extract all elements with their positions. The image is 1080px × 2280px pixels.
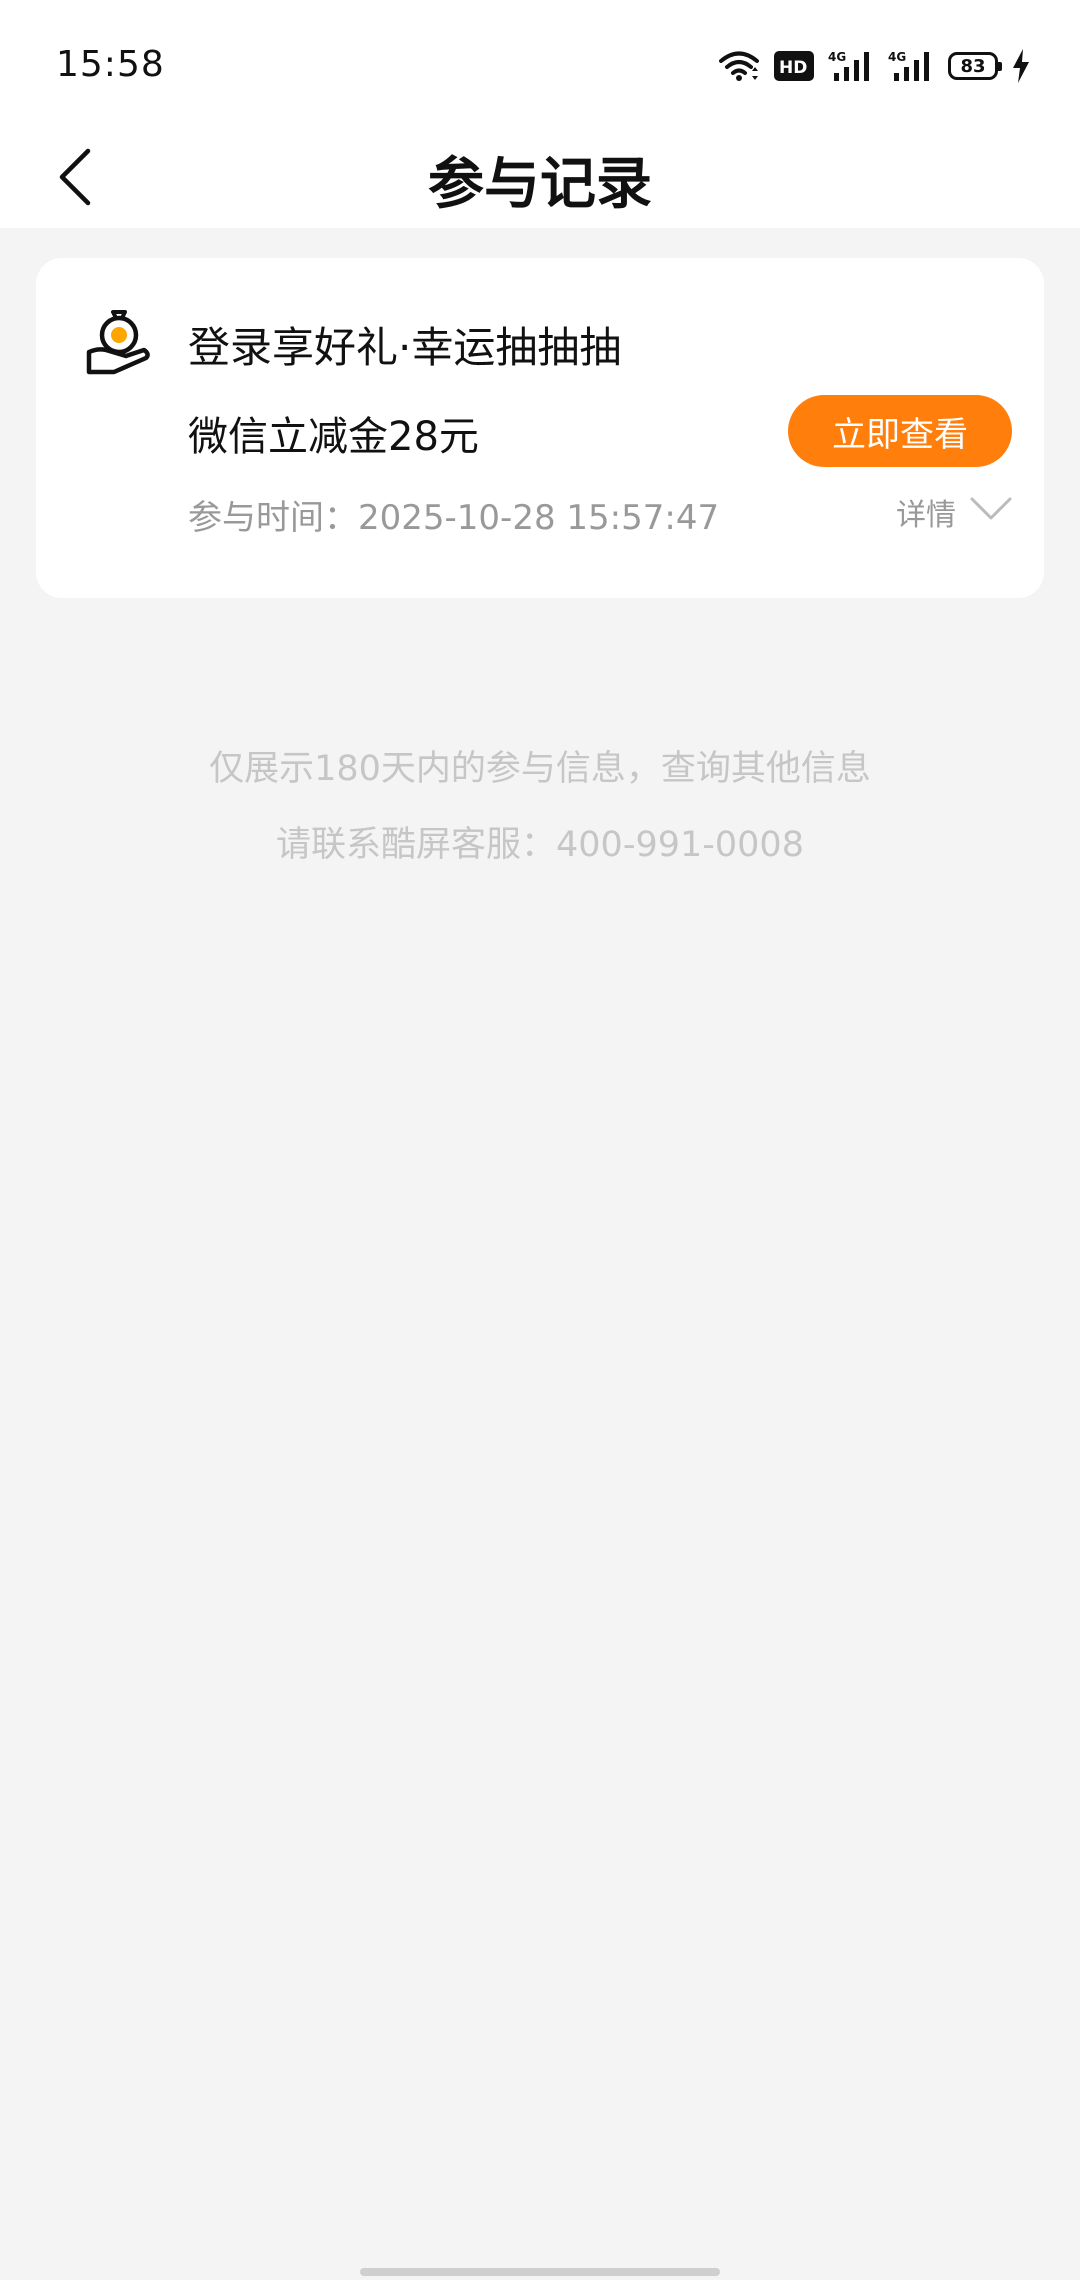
- screen: 15:58 HD 4G 4G 83 参与记录 登录享好礼·幸运抽抽抽 微信立减金…: [0, 0, 1080, 2280]
- signal-4g-icon: 4G: [828, 49, 874, 83]
- chevron-left-icon: [56, 147, 96, 211]
- network-label-1: 4G: [828, 50, 846, 64]
- notice-line-2: 请联系酷屏客服：400-991-0008: [276, 825, 804, 865]
- back-button[interactable]: [36, 130, 116, 228]
- charging-icon: [1012, 49, 1030, 83]
- status-icons: HD 4G 4G 83: [718, 46, 1030, 86]
- wifi-icon: [718, 49, 760, 83]
- detail-toggle[interactable]: 详情: [896, 490, 1012, 534]
- network-label-2: 4G: [888, 50, 906, 64]
- notice-line-1: 仅展示180天内的参与信息，查询其他信息: [209, 749, 871, 789]
- view-now-button[interactable]: 立即查看: [788, 395, 1012, 467]
- detail-label: 详情: [896, 498, 956, 533]
- header: 参与记录: [0, 130, 1080, 228]
- hd-label: HD: [779, 58, 807, 78]
- hd-icon: HD: [774, 51, 814, 81]
- record-title: 登录享好礼·幸运抽抽抽: [188, 323, 622, 372]
- record-card: 登录享好礼·幸运抽抽抽 微信立减金28元 立即查看 参与时间：2025-10-2…: [36, 258, 1044, 598]
- signal-4g-icon: 4G: [888, 49, 934, 83]
- participation-time: 参与时间：2025-10-28 15:57:47: [188, 498, 720, 538]
- page-title: 参与记录: [428, 151, 652, 217]
- home-indicator[interactable]: [360, 2268, 720, 2276]
- status-bar: 15:58 HD 4G 4G 83: [0, 0, 1080, 130]
- chevron-down-icon: [970, 495, 1012, 530]
- prize-hand-icon: [86, 308, 152, 376]
- battery-level: 83: [960, 55, 986, 77]
- prize-text: 微信立减金28元: [188, 414, 479, 460]
- battery-icon: 83: [948, 52, 1002, 80]
- status-time: 15:58: [56, 44, 165, 85]
